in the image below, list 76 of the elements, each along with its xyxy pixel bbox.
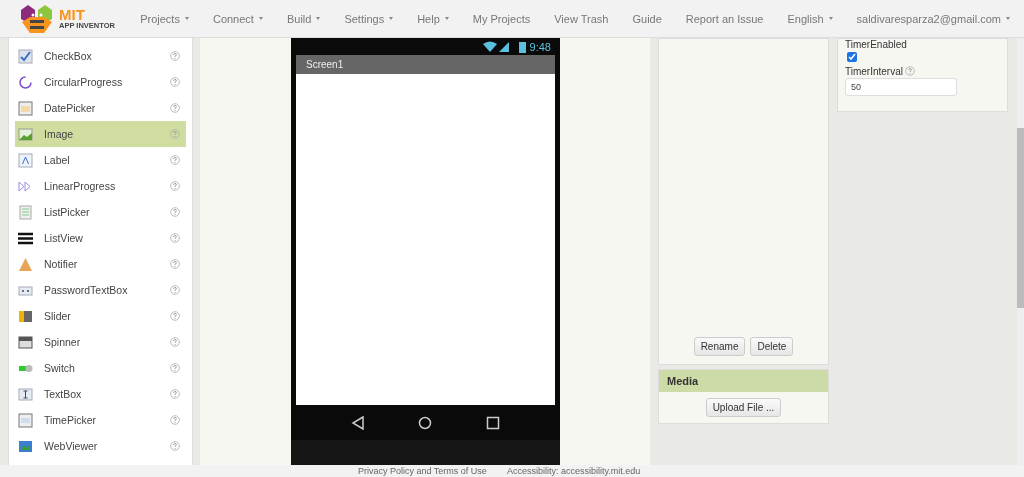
palette-item[interactable]: DatePicker	[15, 95, 186, 121]
palette-item[interactable]: CircularProgress	[15, 69, 186, 95]
help-icon[interactable]	[170, 389, 180, 399]
status-time: 9:48	[529, 40, 551, 53]
property-label: TimerEnabled	[845, 39, 907, 50]
linear-icon	[18, 178, 33, 194]
checkbox-icon	[18, 48, 33, 64]
help-icon[interactable]	[170, 51, 180, 61]
timepicker-icon	[18, 412, 33, 428]
help-icon[interactable]	[170, 103, 180, 113]
help-icon[interactable]	[905, 66, 915, 76]
property-label: TimerInterval	[845, 66, 903, 77]
help-icon[interactable]	[170, 77, 180, 87]
palette-item[interactable]: Slider	[15, 303, 186, 329]
palette-item[interactable]: Notifier	[15, 251, 186, 277]
back-icon[interactable]	[350, 415, 365, 430]
nav-link[interactable]: Report an Issue	[676, 12, 773, 25]
palette-item[interactable]: PasswordTextBox	[15, 277, 186, 303]
menu-link[interactable]: Connect	[206, 12, 269, 25]
nav-link[interactable]: View Trash	[545, 12, 618, 25]
scrollbar[interactable]	[1017, 38, 1024, 465]
nav-link[interactable]: My Projects	[463, 12, 540, 25]
logo-title: MIT	[59, 7, 85, 23]
component-button[interactable]: Rename	[693, 337, 746, 356]
component-button[interactable]: Delete	[750, 337, 794, 356]
palette-item[interactable]: Switch	[15, 355, 186, 381]
property-checkbox[interactable]	[847, 52, 857, 62]
palette-item[interactable]: Spinner	[15, 329, 186, 355]
property-field[interactable]: 50	[845, 78, 957, 96]
nav-link[interactable]: saldivaresparza2@gmail.com	[847, 12, 1019, 25]
help-icon[interactable]	[170, 311, 180, 321]
help-icon[interactable]	[170, 259, 180, 269]
upload-button[interactable]: Upload File ...	[705, 398, 782, 417]
spinner-icon	[18, 334, 33, 350]
help-icon[interactable]	[170, 441, 180, 451]
battery-icon	[518, 40, 526, 53]
help-icon[interactable]	[170, 181, 180, 191]
menu-link[interactable]: Settings	[338, 12, 400, 25]
help-icon[interactable]	[170, 415, 180, 425]
nav-link[interactable]: Guide	[623, 12, 671, 25]
help-icon[interactable]	[170, 285, 180, 295]
textbox-icon	[18, 386, 33, 402]
help-icon[interactable]	[170, 155, 180, 165]
palette-item[interactable]: Label	[15, 147, 186, 173]
recents-icon[interactable]	[486, 415, 501, 430]
label-icon	[18, 152, 33, 168]
media-header: Media	[659, 370, 828, 392]
help-icon[interactable]	[170, 207, 180, 217]
palette-item[interactable]: CheckBox	[15, 43, 186, 69]
listview-icon	[18, 230, 33, 246]
palette-item[interactable]: TimePicker	[15, 407, 186, 433]
home-icon[interactable]	[418, 415, 433, 430]
palette-item[interactable]: LinearProgress	[15, 173, 186, 199]
menu-link[interactable]: Help	[411, 12, 455, 25]
footer-link[interactable]: Privacy Policy and Terms of Use	[358, 466, 487, 476]
palette-item[interactable]: TextBox	[15, 381, 186, 407]
footer-link[interactable]: Accessibility: accessibility.mit.edu	[506, 466, 641, 476]
listpicker-icon	[18, 204, 33, 220]
datepicker-icon	[18, 100, 33, 116]
menu-link[interactable]: Projects	[134, 12, 195, 25]
palette-item[interactable]: ListPicker	[15, 199, 186, 225]
palette-item[interactable]: ListView	[15, 225, 186, 251]
help-icon[interactable]	[170, 129, 180, 139]
menu-link[interactable]: Build	[280, 12, 327, 25]
help-icon[interactable]	[170, 337, 180, 347]
screen-title: Screen1	[296, 55, 555, 74]
help-icon[interactable]	[170, 233, 180, 243]
nav-link[interactable]: English	[778, 12, 842, 25]
slider-icon	[18, 308, 33, 324]
notifier-icon	[18, 256, 33, 272]
circular-icon	[18, 74, 33, 90]
help-icon[interactable]	[170, 363, 180, 373]
palette-item[interactable]: WebViewer	[15, 433, 186, 459]
palette-item[interactable]: Image	[15, 121, 186, 147]
webviewer-icon	[18, 438, 33, 454]
image-icon	[18, 126, 33, 142]
